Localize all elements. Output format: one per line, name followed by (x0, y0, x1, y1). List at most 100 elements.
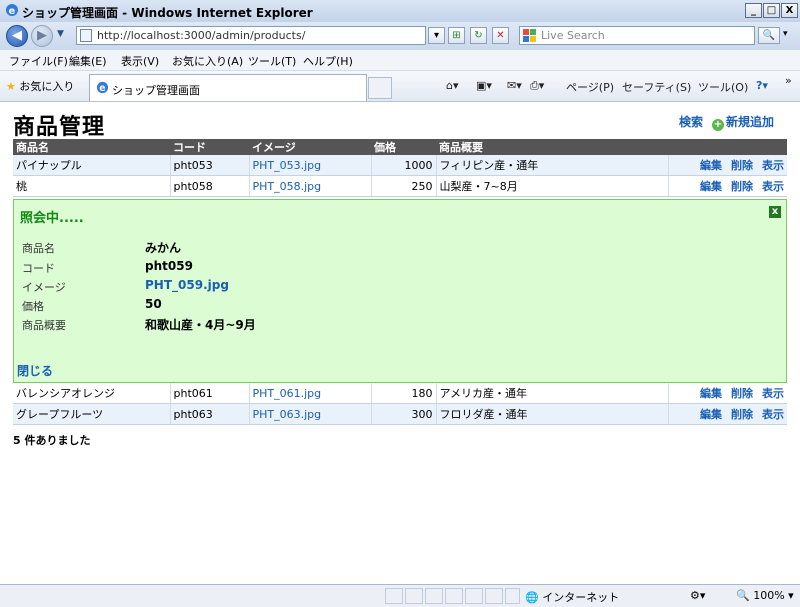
history-dropdown-icon[interactable]: ▼ (57, 29, 64, 39)
image-link[interactable]: PHT_061.jpg (253, 387, 322, 400)
chevron-icon[interactable]: » (785, 74, 792, 87)
search-input[interactable]: Live Search (519, 26, 755, 45)
tools-menu[interactable]: ツール(O) (698, 79, 748, 95)
live-search-icon (523, 29, 536, 42)
result-count: 5 件ありました (13, 434, 91, 447)
maximize-button[interactable]: □ (763, 3, 780, 18)
status-segment (405, 588, 423, 604)
menu-tools[interactable]: ツール(T) (248, 53, 296, 69)
protected-mode-icon[interactable]: ⚙▾ (690, 589, 705, 602)
cell-code: pht063 (170, 403, 250, 425)
url-dropdown-button[interactable]: ▾ (428, 27, 445, 44)
help-icon[interactable]: ?▾ (756, 79, 768, 92)
menu-help[interactable]: ヘルプ(H) (303, 53, 353, 69)
minimize-button[interactable]: _ (745, 3, 762, 18)
favorites-button[interactable]: ★ お気に入り (6, 78, 74, 94)
cell-price: 180 (371, 383, 437, 404)
show-link[interactable]: 表示 (762, 159, 784, 172)
feeds-icon[interactable]: ▣▾ (476, 79, 492, 92)
cell-actions: 編集 削除 表示 (668, 403, 787, 425)
cell-price: 250 (371, 175, 437, 197)
cell-actions: 編集 削除 表示 (668, 383, 787, 404)
status-segment (425, 588, 443, 604)
image-link[interactable]: PHT_058.jpg (253, 180, 322, 193)
tab-ie-icon: e (96, 81, 109, 94)
products-table: 商品名 コード イメージ 価格 商品概要 パイナップル pht053 PHT_0… (13, 139, 787, 197)
add-icon: + (712, 119, 724, 131)
edit-link[interactable]: 編集 (700, 387, 722, 400)
security-zone: 🌐 インターネット (525, 589, 619, 605)
edit-link[interactable]: 編集 (700, 408, 722, 421)
table-header-row: 商品名 コード イメージ 価格 商品概要 (13, 139, 787, 155)
table-row: グレープフルーツ pht063 PHT_063.jpg 300 フロリダ産・通年… (13, 403, 787, 425)
url-input[interactable]: http://localhost:3000/admin/products/ (76, 26, 426, 45)
cell-image: PHT_063.jpg (249, 403, 372, 425)
menu-favorites[interactable]: お気に入り(A) (172, 53, 243, 69)
menu-edit[interactable]: 編集(E) (69, 53, 107, 69)
col-header-actions (668, 139, 787, 155)
col-header-code: コード (170, 139, 249, 155)
browser-tab[interactable]: e ショップ管理画面 (89, 74, 367, 101)
cell-desc: フロリダ産・通年 (436, 403, 669, 425)
search-link[interactable]: 検索 (679, 113, 703, 130)
table-row: バレンシアオレンジ pht061 PHT_061.jpg 180 アメリカ産・通… (13, 383, 787, 404)
safety-menu[interactable]: セーフティ(S) (622, 79, 691, 95)
search-options-icon[interactable]: ▾ (783, 29, 788, 39)
globe-icon: 🌐 (525, 591, 539, 604)
cell-actions: 編集 削除 表示 (668, 155, 787, 176)
detail-value-code: pht059 (145, 259, 193, 273)
zoom-icon: 🔍 (736, 589, 750, 602)
detail-value-name: みかん (145, 241, 182, 255)
cell-code: pht058 (170, 175, 250, 197)
home-icon[interactable]: ⌂▾ (446, 79, 459, 92)
delete-link[interactable]: 削除 (731, 408, 753, 421)
page-menu[interactable]: ページ(P) (566, 79, 614, 95)
cell-name: パイナップル (13, 155, 171, 176)
menu-view[interactable]: 表示(V) (121, 53, 159, 69)
add-new-link[interactable]: + 新規追加 (712, 113, 774, 131)
address-bar: ◀ ▶ ▼ http://localhost:3000/admin/produc… (0, 22, 800, 50)
favorites-label: お気に入り (19, 80, 75, 93)
svg-text:e: e (99, 83, 105, 94)
detail-value-price: 50 (145, 297, 162, 311)
show-link[interactable]: 表示 (762, 408, 784, 421)
cell-name: バレンシアオレンジ (13, 383, 171, 404)
mail-icon[interactable]: ✉▾ (507, 79, 522, 92)
cell-desc: 山梨産・7~8月 (436, 175, 669, 197)
edit-link[interactable]: 編集 (700, 180, 722, 193)
close-detail-link[interactable]: 閉じる (17, 362, 53, 379)
star-icon: ★ (6, 80, 16, 93)
zoom-control[interactable]: 🔍 100% ▾ (736, 589, 794, 602)
back-button[interactable]: ◀ (6, 25, 28, 47)
cell-desc: フィリピン産・通年 (436, 155, 669, 176)
detail-value-image[interactable]: PHT_059.jpg (145, 278, 229, 292)
col-header-price: 価格 (371, 139, 436, 155)
menu-bar: ファイル(F) 編集(E) 表示(V) お気に入り(A) ツール(T) ヘルプ(… (0, 50, 800, 71)
compat-icon[interactable]: ⊞ (448, 27, 465, 44)
tab-title: ショップ管理画面 (112, 84, 200, 97)
close-icon[interactable]: x (769, 206, 781, 218)
status-segment (465, 588, 483, 604)
delete-link[interactable]: 削除 (731, 180, 753, 193)
stop-icon[interactable]: ✕ (492, 27, 509, 44)
cell-code: pht053 (170, 155, 250, 176)
detail-value-desc: 和歌山産・4月~9月 (145, 318, 256, 332)
delete-link[interactable]: 削除 (731, 387, 753, 400)
forward-button[interactable]: ▶ (31, 25, 53, 47)
delete-link[interactable]: 削除 (731, 159, 753, 172)
new-tab-button[interactable] (368, 77, 392, 99)
menu-file[interactable]: ファイル(F) (9, 53, 68, 69)
search-go-button[interactable]: 🔍 (758, 27, 780, 44)
page-content: 商品管理 検索 + 新規追加 商品名 コード イメージ 価格 商品概要 パイナップ… (0, 102, 800, 582)
image-link[interactable]: PHT_053.jpg (253, 159, 322, 172)
edit-link[interactable]: 編集 (700, 159, 722, 172)
show-link[interactable]: 表示 (762, 387, 784, 400)
cell-code: pht061 (170, 383, 250, 404)
col-header-name: 商品名 (13, 139, 170, 155)
refresh-icon[interactable]: ↻ (470, 27, 487, 44)
close-window-button[interactable]: X (781, 3, 798, 18)
print-icon[interactable]: ⎙▾ (530, 79, 544, 93)
status-segment (485, 588, 503, 604)
image-link[interactable]: PHT_063.jpg (253, 408, 322, 421)
show-link[interactable]: 表示 (762, 180, 784, 193)
